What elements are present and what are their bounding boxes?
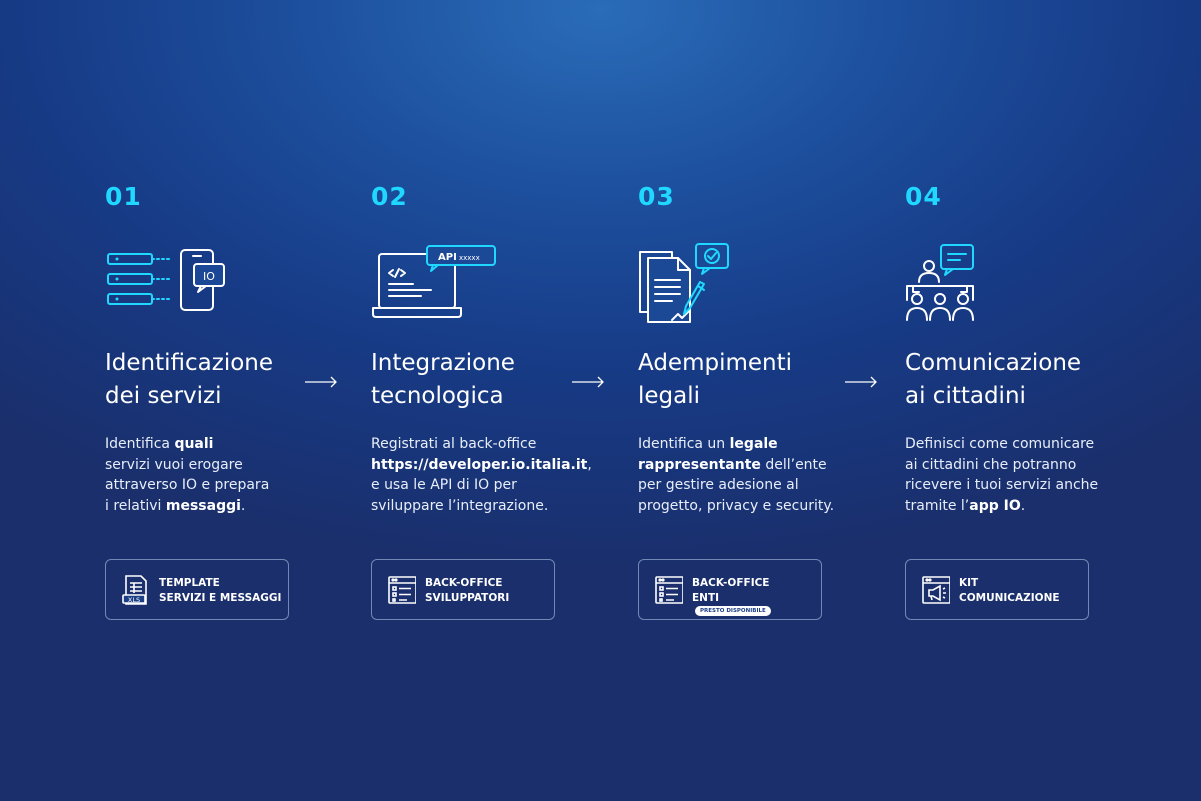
button-label: BACK-OFFICE ENTI PRESTO DISPONIBILE <box>692 576 771 616</box>
description-bold-text: messaggi <box>165 497 241 514</box>
api-label: API <box>438 252 457 263</box>
description-text: e usa le API di IO per <box>371 477 517 493</box>
step-number: 01 <box>105 182 142 211</box>
description-text: Identifica <box>105 436 175 452</box>
step-description: Identifica un legale rappresentante dell’… <box>638 434 878 516</box>
description-bold-text: legale <box>729 436 778 452</box>
step-description: Identifica quali servizi vuoi erogare attr… <box>105 434 345 516</box>
arrow-right-icon <box>572 376 604 388</box>
step-title: Comunicazione ai cittadini <box>905 347 1145 413</box>
description-line: https://developer.io.italia.it, <box>371 455 611 476</box>
description-text: sviluppare l’integrazione. <box>371 497 549 514</box>
button-label-line: TEMPLATE <box>159 577 220 589</box>
description-line: ricevere i tuoi servizi anche <box>905 475 1145 496</box>
description-line: sviluppare l’integrazione. <box>371 496 611 517</box>
description-line: Identifica quali <box>105 434 345 455</box>
backoffice-window-icon <box>655 576 683 604</box>
description-text: Registrati al back-office <box>371 436 537 452</box>
megaphone-window-icon <box>922 576 950 604</box>
button-label-line: SERVIZI E MESSAGGI <box>159 592 282 604</box>
button-label-line: KIT <box>959 577 979 589</box>
button-label-line: BACK-OFFICE <box>692 577 770 589</box>
description-text: Identifica un <box>638 436 730 452</box>
description-text: . <box>240 497 246 514</box>
button-label-line: BACK-OFFICE <box>425 577 503 589</box>
description-bold-text: app IO <box>969 497 1021 514</box>
description-line: Registrati al back-office <box>371 434 611 455</box>
description-text: i relativi <box>105 497 166 514</box>
description-line: Identifica un legale <box>638 434 878 455</box>
description-line: ai cittadini che potranno <box>905 455 1145 476</box>
description-line: per gestire adesione al <box>638 475 878 496</box>
arrow-right-icon <box>845 376 877 388</box>
description-text: , <box>587 456 592 473</box>
button-label-line: COMUNICAZIONE <box>959 592 1060 604</box>
button-label-text: ENTI <box>692 592 720 604</box>
description-text: ricevere i tuoi servizi anche <box>905 477 1099 493</box>
step-description: Definisci come comunicare ai cittadini ch… <box>905 434 1145 516</box>
legal-document-sign-icon <box>639 243 729 323</box>
description-line: i relativi messaggi. <box>105 496 345 517</box>
description-text: ai cittadini che potranno <box>905 456 1077 473</box>
description-line: Definisci come comunicare <box>905 434 1145 455</box>
description-line: progetto, privacy e security. <box>638 496 878 517</box>
io-label: IO <box>203 270 215 283</box>
description-text: dell’ente <box>760 456 827 473</box>
description-text: tramite l’ <box>905 497 970 514</box>
laptop-api-icon: API xxxxx <box>372 245 496 318</box>
button-label-line: SVILUPPATORI <box>425 592 510 604</box>
description-line: tramite l’app IO. <box>905 496 1145 517</box>
button-label: KIT COMUNICAZIONE <box>959 576 1060 606</box>
xls-file-icon: XLS <box>122 575 147 605</box>
step-title-line: legali <box>638 383 701 409</box>
description-line: e usa le API di IO per <box>371 475 611 496</box>
step-description: Registrati al back-office https://develop… <box>371 434 611 516</box>
api-key-label: xxxxx <box>459 254 480 262</box>
description-bold-text: quali <box>174 436 214 452</box>
kit-comunicazione-button[interactable]: KIT COMUNICAZIONE <box>905 559 1089 620</box>
step-title-line: Adempimenti <box>638 350 793 376</box>
backoffice-window-icon <box>388 576 416 604</box>
description-line: attraverso IO e prepara <box>105 475 345 496</box>
description-text: attraverso IO e prepara <box>105 477 270 493</box>
step-number: 02 <box>371 182 408 211</box>
coming-soon-badge: PRESTO DISPONIBILE <box>695 606 771 616</box>
step-number: 04 <box>905 182 942 211</box>
description-text: servizi vuoi erogare <box>105 456 243 473</box>
description-text: . <box>1020 497 1026 514</box>
step-title-line: ai cittadini <box>905 383 1026 409</box>
button-label: TEMPLATE SERVIZI E MESSAGGI <box>159 576 281 606</box>
arrow-right-icon <box>305 376 337 388</box>
xls-label: XLS <box>128 596 140 604</box>
citizens-communication-icon <box>906 244 974 321</box>
step-number: 03 <box>638 182 675 211</box>
step-title-line: Comunicazione <box>905 350 1082 376</box>
button-label-line-2: ENTI PRESTO DISPONIBILE <box>692 591 771 616</box>
backoffice-enti-button[interactable]: BACK-OFFICE ENTI PRESTO DISPONIBILE <box>638 559 822 620</box>
description-line: rappresentante dell’ente <box>638 455 878 476</box>
description-bold-text: https://developer.io.italia.it <box>371 456 588 473</box>
button-label: BACK-OFFICE SVILUPPATORI <box>425 576 509 606</box>
description-text: Definisci come comunicare <box>905 436 1095 452</box>
description-bold-text: rappresentante <box>638 456 761 473</box>
description-text: progetto, privacy e security. <box>638 497 835 514</box>
description-text: per gestire adesione al <box>638 477 799 493</box>
backoffice-sviluppatori-button[interactable]: BACK-OFFICE SVILUPPATORI <box>371 559 555 620</box>
step-title: Adempimenti legali <box>638 347 878 413</box>
description-line: servizi vuoi erogare <box>105 455 345 476</box>
template-servizi-messaggi-button[interactable]: XLS TEMPLATE SERVIZI E MESSAGGI <box>105 559 289 620</box>
service-identification-icon: IO <box>107 249 225 311</box>
